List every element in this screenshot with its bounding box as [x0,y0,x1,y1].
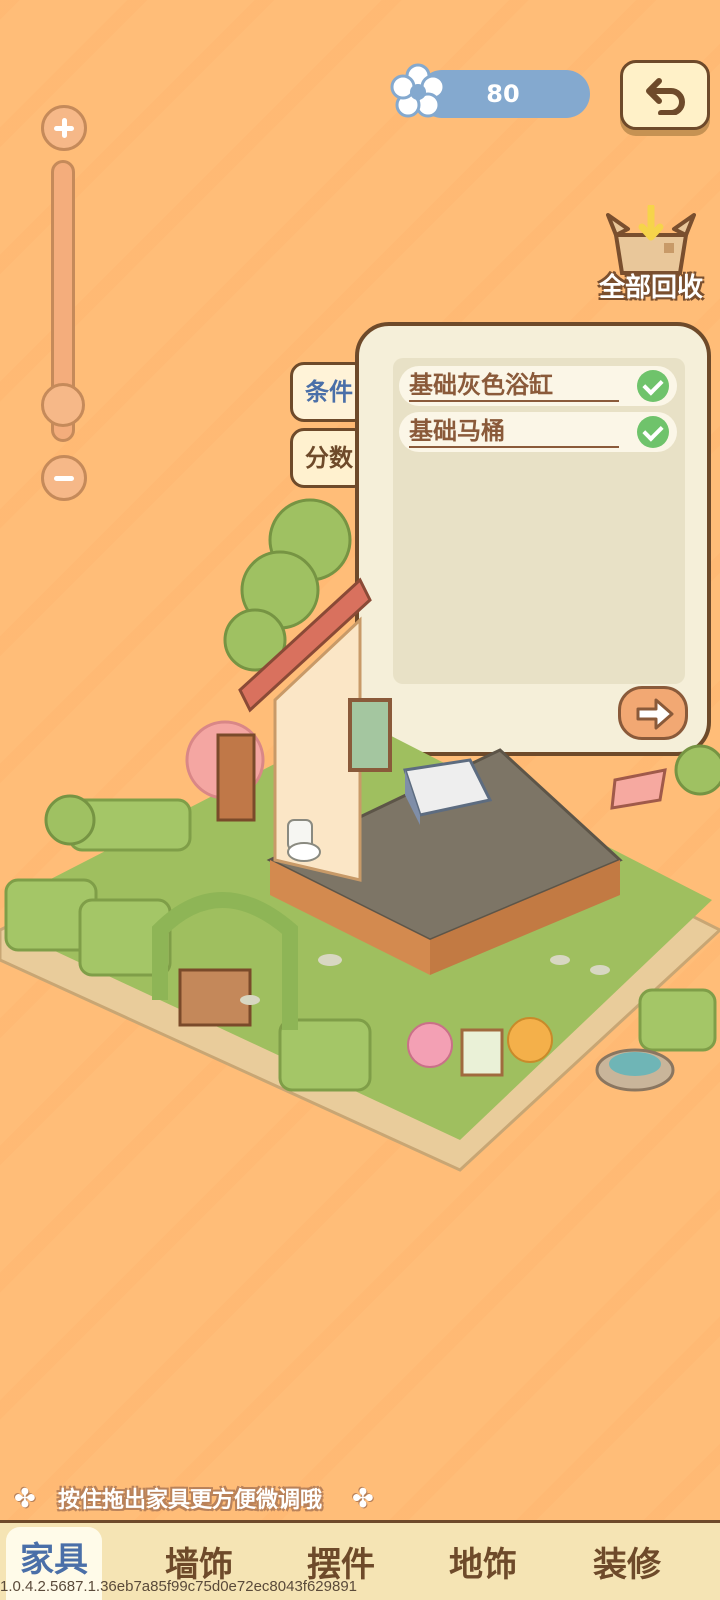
flower-deco-icon: ✤ [352,1484,374,1514]
currency-value: 80 [486,80,520,108]
check-icon [637,370,669,402]
zoom-slider-thumb[interactable] [41,383,85,427]
condition-label: 基础灰色浴缸 [409,370,619,402]
recycle-all-button[interactable]: 全部回收 [588,205,714,305]
currency-display: 80 [388,63,592,120]
nav-floor-decor[interactable]: 地饰 [428,1537,538,1586]
hint-bar: ✤ 按住拖出家具更方便微调哦 ✤ [14,1480,394,1514]
box-recycle-icon [606,205,696,275]
hint-text: 按住拖出家具更方便微调哦 [58,1488,323,1513]
garden-house-scene[interactable] [0,490,720,1190]
undo-icon [646,78,685,115]
flower-deco-icon: ✤ [14,1484,36,1514]
zoom-in-button[interactable] [41,105,87,151]
version-string: 1.0.4.2.5687.1.36eb7a85f99c75d0e72ec8043… [0,1578,358,1595]
back-button[interactable] [620,60,710,130]
check-icon [637,416,669,448]
recycle-all-label: 全部回收 [598,273,703,303]
condition-label: 基础马桶 [409,416,619,448]
nav-renovation[interactable]: 装修 [572,1537,682,1586]
flower-icon [390,63,446,118]
condition-item: 基础马桶 [399,412,677,452]
condition-item: 基础灰色浴缸 [399,366,677,406]
